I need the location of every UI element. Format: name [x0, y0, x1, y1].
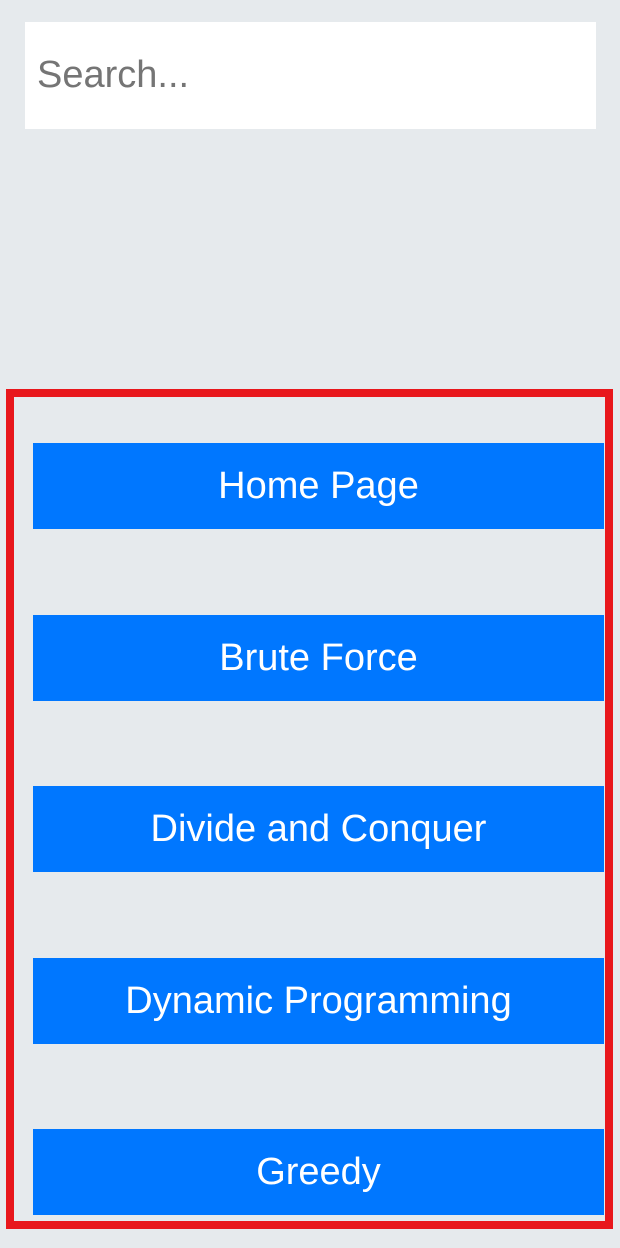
nav-button-divide-and-conquer[interactable]: Divide and Conquer — [33, 786, 604, 872]
nav-button-greedy[interactable]: Greedy — [33, 1129, 604, 1215]
nav-menu-highlight: Home Page Brute Force Divide and Conquer… — [6, 389, 613, 1229]
search-input[interactable] — [25, 22, 596, 129]
nav-button-home-page[interactable]: Home Page — [33, 443, 604, 529]
search-box — [25, 22, 596, 129]
nav-button-dynamic-programming[interactable]: Dynamic Programming — [33, 958, 604, 1044]
nav-button-brute-force[interactable]: Brute Force — [33, 615, 604, 701]
